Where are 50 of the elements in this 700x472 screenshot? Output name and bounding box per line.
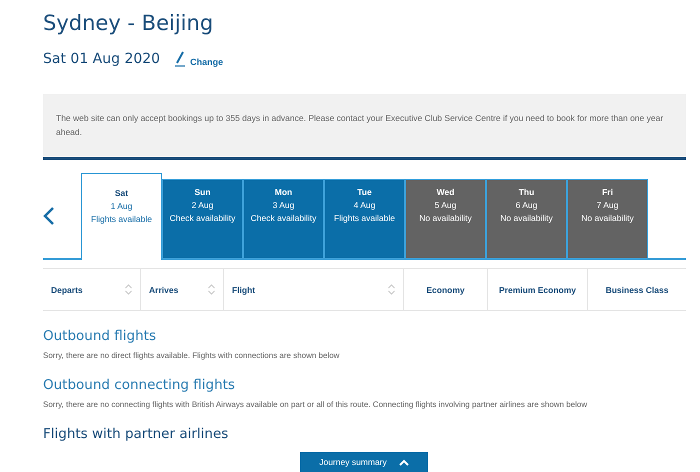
tab-date: 1 Aug — [110, 201, 132, 211]
pencil-icon — [174, 51, 186, 67]
chevron-left-icon[interactable] — [43, 206, 55, 226]
column-header[interactable]: Arrives — [140, 269, 223, 310]
tab-date: 2 Aug — [192, 200, 214, 210]
tab-day: Sat — [114, 188, 128, 198]
tab-day: Thu — [518, 187, 534, 197]
sort-icon — [388, 284, 395, 295]
tab-status: Check availability — [170, 213, 236, 223]
column-header[interactable]: Business Class — [587, 269, 686, 310]
sort-icon — [208, 284, 215, 295]
date-tab[interactable]: Sat 1 Aug Flights available — [81, 173, 162, 260]
date-tab[interactable]: Sun 2 Aug Check availability — [162, 179, 243, 258]
tab-day: Wed — [436, 187, 454, 197]
tab-status: No availability — [419, 213, 472, 223]
date-tab[interactable]: Wed 5 Aug No availability — [405, 179, 486, 258]
notice-text: The web site can only accept bookings up to 355 days in advance. Please contact your Executive Club Service Centre if you need to book for more than one year ahead. — [56, 112, 664, 139]
tab-day: Mon — [274, 187, 292, 197]
tab-status: Check availability — [250, 213, 316, 223]
date-tab[interactable]: Thu 6 Aug No availability — [486, 179, 567, 258]
column-header[interactable]: Flight — [223, 269, 403, 310]
travel-date: Sat 01 Aug 2020 — [43, 51, 160, 67]
journey-summary-button[interactable]: Journey summary — [300, 452, 428, 472]
tab-day: Sun — [194, 187, 211, 197]
section-heading: Flights with partner airlines — [43, 425, 230, 443]
tab-date: 7 Aug — [596, 200, 618, 210]
section-heading: Outbound flights — [43, 327, 157, 345]
change-link[interactable]: Change — [174, 51, 224, 67]
tab-date: 4 Aug — [354, 200, 376, 210]
column-header[interactable]: Premium Economy — [487, 269, 587, 310]
date-tab[interactable]: Tue 4 Aug Flights available — [324, 179, 405, 258]
tab-status: No availability — [581, 213, 634, 223]
tab-date: 6 Aug — [516, 200, 538, 210]
section-message: Sorry, there are no connecting flights with British Airways available on part or all of this route. Connecting flights involving partner airlines are shown below — [43, 400, 588, 409]
tab-status: Flights available — [334, 213, 395, 223]
tab-date: 3 Aug — [272, 200, 294, 210]
section-message: Sorry, there are no direct flights available. Flights with connections are shown below — [43, 351, 340, 360]
tab-day: Tue — [357, 187, 372, 197]
date-tab[interactable]: Fri 7 Aug No availability — [567, 179, 648, 258]
sort-icon — [125, 284, 132, 295]
section-heading: Outbound connecting flights — [43, 376, 236, 394]
chevron-up-icon — [398, 458, 409, 466]
tab-status: No availability — [500, 213, 553, 223]
tab-date: 5 Aug — [434, 200, 456, 210]
column-header[interactable]: Departs — [43, 269, 140, 310]
column-header[interactable]: Economy — [403, 269, 487, 310]
tab-day: Fri — [602, 187, 613, 197]
date-tab[interactable]: Mon 3 Aug Check availability — [243, 179, 324, 258]
route-title: Sydney - Beijing — [43, 10, 214, 37]
tab-status: Flights available — [91, 214, 152, 224]
